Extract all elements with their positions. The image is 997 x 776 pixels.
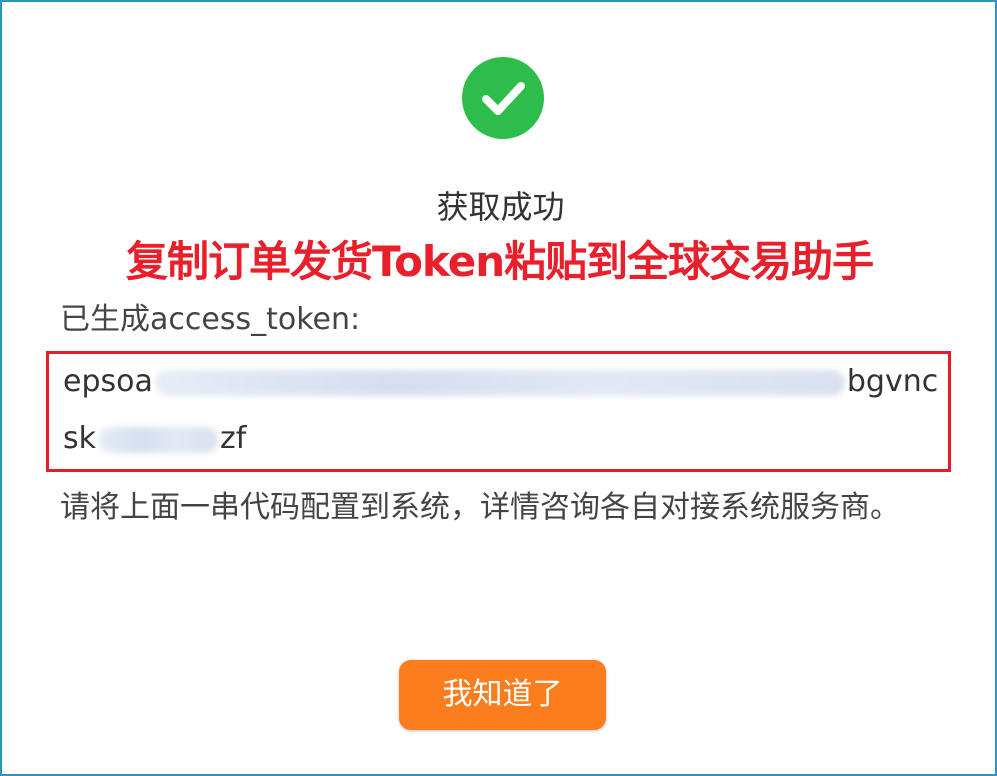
instruction-text: 请将上面一串代码配置到系统，详情咨询各自对接系统服务商。 — [60, 490, 900, 525]
token-label: 已生成access_token: — [60, 302, 361, 337]
token-redacted — [98, 426, 219, 453]
token-highlight-box: epsoa bgvnc sk zf — [46, 351, 951, 472]
token-visible-start: sk — [63, 421, 97, 456]
ok-button[interactable]: 我知道了 — [399, 660, 606, 730]
token-redacted — [154, 369, 845, 396]
token-line-2[interactable]: sk zf — [63, 421, 246, 456]
token-line-1[interactable]: epsoa bgvnc — [63, 364, 938, 399]
check-circle-icon — [462, 57, 544, 139]
dialog: 获取成功 复制订单发货Token粘贴到全球交易助手 已生成access_toke… — [0, 0, 997, 776]
token-visible-end: bgvnc — [846, 364, 939, 399]
token-visible-end: zf — [220, 421, 247, 456]
dialog-title: 获取成功 — [436, 188, 565, 226]
token-visible-start: epsoa — [63, 364, 153, 399]
annotation-text: 复制订单发货Token粘贴到全球交易助手 — [126, 237, 874, 286]
